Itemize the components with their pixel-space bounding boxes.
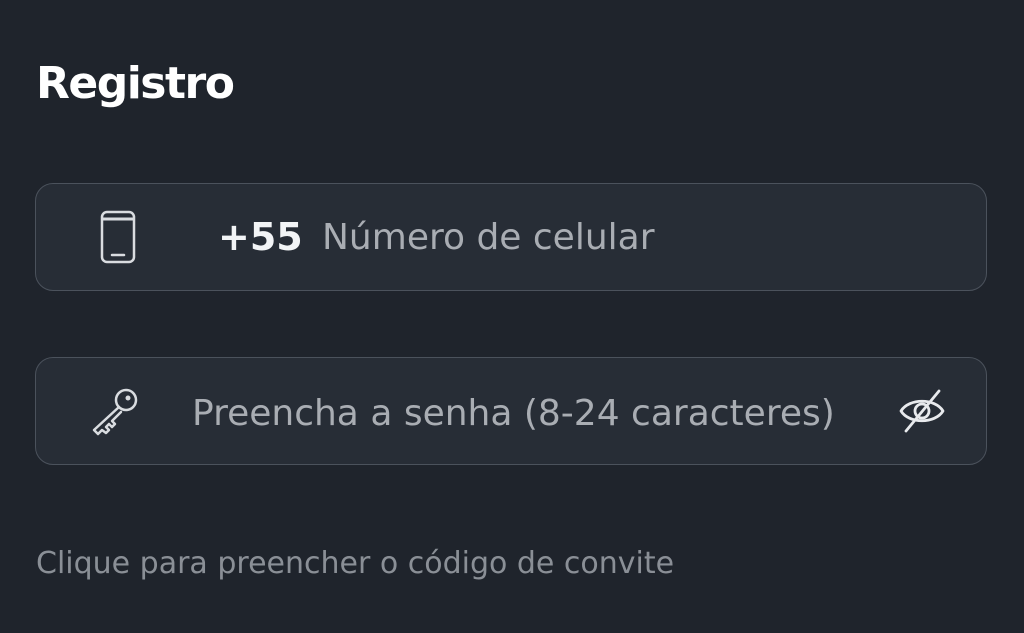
phone-field[interactable]: +55 [35, 183, 987, 291]
password-field[interactable] [35, 357, 987, 465]
country-code[interactable]: +55 [218, 214, 303, 260]
phone-icon [100, 210, 136, 264]
phone-input[interactable] [322, 213, 942, 261]
password-input[interactable] [192, 389, 878, 437]
invite-code-link[interactable]: Clique para preencher o código de convit… [36, 542, 674, 586]
key-icon [92, 388, 138, 436]
page-title: Registro [36, 58, 235, 109]
eye-off-icon[interactable] [898, 388, 946, 434]
